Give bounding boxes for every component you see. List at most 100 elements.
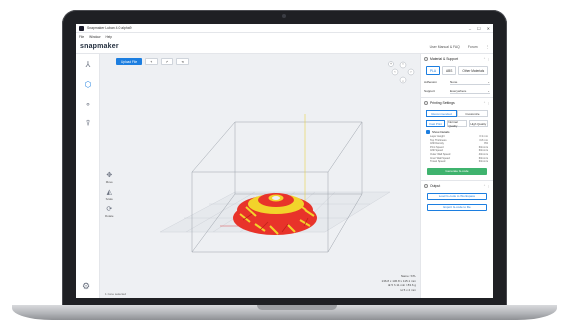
window-title: Snapmaker Luban 4.0 alpha9 [87, 26, 132, 30]
laser-icon: ⚬ [84, 99, 92, 109]
support-field: Support Everywhere ⌄ [424, 87, 490, 95]
material-pla[interactable]: PLA [426, 66, 441, 75]
adhesion-label: Adhesion [424, 80, 437, 84]
collapse-icon[interactable]: ⌃ ⋮ [483, 184, 490, 188]
scene-svg [159, 114, 391, 253]
material-other[interactable]: Other Materials [458, 66, 489, 75]
window-controls: – ☐ ✕ [469, 26, 490, 31]
menu-help[interactable]: Help [105, 35, 112, 39]
material-title: Material & Support [430, 57, 459, 61]
sidebar: ⅄ ⬡ ⚬ ⍒ ⚙ [76, 54, 100, 298]
show-details-toggle[interactable]: Show Details [426, 130, 488, 134]
menu-window[interactable]: Window [89, 35, 100, 39]
scale-label: Scale [105, 197, 113, 201]
svg-text:⌄: ⌄ [402, 79, 405, 83]
load-to-workspace-button[interactable]: Load G-code to Workspace [427, 192, 487, 200]
camera-dot [282, 14, 286, 18]
app-window: Snapmaker Luban 4.0 alpha9 – ☐ ✕ File Wi… [76, 24, 493, 298]
brand-logo: snapmaker [80, 43, 119, 50]
model-extra: ⊟ 5 x 2 mm [400, 287, 416, 292]
user-manual-link[interactable]: User Manual & FAQ [430, 45, 460, 49]
forum-link[interactable]: Forum [468, 45, 478, 49]
cube-icon: ⬡ [84, 79, 92, 89]
printing-mode-tabs: Recommended Customize [426, 110, 488, 117]
collapse-icon[interactable]: ⌃ ⋮ [483, 101, 490, 105]
undo-button[interactable]: ↰ [145, 58, 158, 65]
material-section: Material & Support ⌃ ⋮ PLA ABS Other Mat… [421, 54, 493, 98]
3d-viewport[interactable]: Upload File ↰ ↱ ⟲ ✥ Move ◭ Scale ⟳ Rotat… [100, 54, 420, 298]
reset-button[interactable]: ⟲ [176, 58, 190, 65]
svg-text:+: + [390, 62, 392, 66]
printing-section: Printing Settings ⌃ ⋮ Recommended Custom… [421, 98, 493, 181]
quality-normal[interactable]: Normal Quality [447, 120, 467, 128]
quality-fast[interactable]: Fast Print [426, 120, 446, 127]
app-icon [79, 25, 84, 31]
app-header: snapmaker User Manual & FAQ Forum ⋮ [76, 40, 493, 54]
output-section: Output ⌃ ⋮ Load G-code to Workspace Expo… [421, 181, 493, 213]
tab-recommended[interactable]: Recommended [426, 110, 457, 117]
param-value: 60mm/s [478, 160, 488, 164]
material-options: PLA ABS Other Materials [426, 66, 490, 75]
header-links: User Manual & FAQ Forum ⋮ [430, 45, 489, 49]
close-button[interactable]: ✕ [487, 26, 490, 31]
output-icon [424, 183, 428, 188]
adhesion-field: Adhesion None ⌄ [424, 78, 490, 86]
title-bar: Snapmaker Luban 4.0 alpha9 – ☐ ✕ [76, 24, 493, 33]
quality-high[interactable]: High Quality [468, 120, 488, 127]
right-panel: Material & Support ⌃ ⋮ PLA ABS Other Mat… [420, 54, 493, 298]
model-info: Name: STL 136.8 x 136.8 x 115.1 mm ⊕ 5 h… [382, 274, 416, 292]
collapse-icon[interactable]: ⌃ ⋮ [483, 57, 490, 61]
view-navigator[interactable]: ⌃⌄ ‹ ›+ [388, 60, 418, 86]
material-icon [424, 57, 428, 61]
scale-tool[interactable]: ◭ Scale [106, 189, 113, 201]
viewport-toolbar: Upload File ↰ ↱ ⟲ [116, 58, 190, 65]
menu-bar: File Window Help [76, 33, 493, 40]
material-header[interactable]: Material & Support ⌃ ⋮ [424, 56, 490, 62]
tab-customize[interactable]: Customize [457, 110, 488, 117]
support-label: Support [424, 89, 435, 93]
output-title: Output [430, 183, 441, 188]
output-header[interactable]: Output ⌃ ⋮ [424, 183, 490, 189]
generate-gcode-button[interactable]: Generate G-code [427, 167, 487, 175]
sidebar-item-cnc[interactable]: ⍒ [76, 114, 100, 134]
maximize-button[interactable]: ☐ [477, 26, 481, 31]
sidebar-item-laser[interactable]: ⚬ [76, 94, 100, 114]
checkbox-checked-icon [426, 130, 430, 134]
support-value: Everywhere [450, 88, 467, 93]
more-menu-icon[interactable]: ⋮ [486, 45, 489, 49]
rotate-tool[interactable]: ⟳ Rotate [105, 206, 114, 218]
support-select[interactable]: Everywhere ⌄ [450, 88, 490, 94]
upload-file-button[interactable]: Upload File [116, 58, 143, 65]
param-row: Travel Speed 60mm/s [430, 160, 488, 164]
quality-options: Fast Print Normal Quality High Quality [426, 120, 488, 128]
rotate-icon: ⟳ [106, 206, 113, 213]
axis-icon: ⅄ [85, 59, 91, 69]
scale-icon: ◭ [106, 189, 112, 196]
cnc-icon: ⍒ [85, 119, 91, 128]
laptop-lid: Snapmaker Luban 4.0 alpha9 – ☐ ✕ File Wi… [62, 10, 507, 308]
material-abs[interactable]: ABS [442, 66, 457, 75]
selection-status: 1 zone selected [105, 292, 127, 296]
move-icon: ✥ [106, 172, 113, 179]
svg-text:⌃: ⌃ [402, 63, 405, 67]
move-label: Move [105, 180, 113, 184]
printing-header[interactable]: Printing Settings ⌃ ⋮ [424, 100, 490, 106]
adhesion-select[interactable]: None ⌄ [450, 79, 490, 85]
move-tool[interactable]: ✥ Move [106, 172, 113, 184]
laptop-notch [257, 305, 337, 310]
laptop-base [12, 305, 557, 320]
printing-title: Printing Settings [430, 101, 455, 105]
chevron-down-icon: ⌄ [487, 88, 490, 93]
gear-icon[interactable]: ⚙ [82, 281, 90, 292]
export-gcode-button[interactable]: Export G-code to file [427, 203, 487, 211]
menu-file[interactable]: File [79, 35, 84, 39]
param-label: Travel Speed [430, 160, 446, 164]
minimize-button[interactable]: – [469, 26, 471, 31]
adhesion-value: None [450, 79, 458, 84]
model-tools: ✥ Move ◭ Scale ⟳ Rotate [105, 172, 114, 218]
sidebar-item-workspace[interactable]: ⅄ [76, 54, 100, 74]
redo-button[interactable]: ↱ [160, 58, 174, 65]
printing-icon [424, 101, 428, 105]
sidebar-item-3dp[interactable]: ⬡ [76, 74, 100, 94]
rotate-label: Rotate [105, 214, 114, 218]
